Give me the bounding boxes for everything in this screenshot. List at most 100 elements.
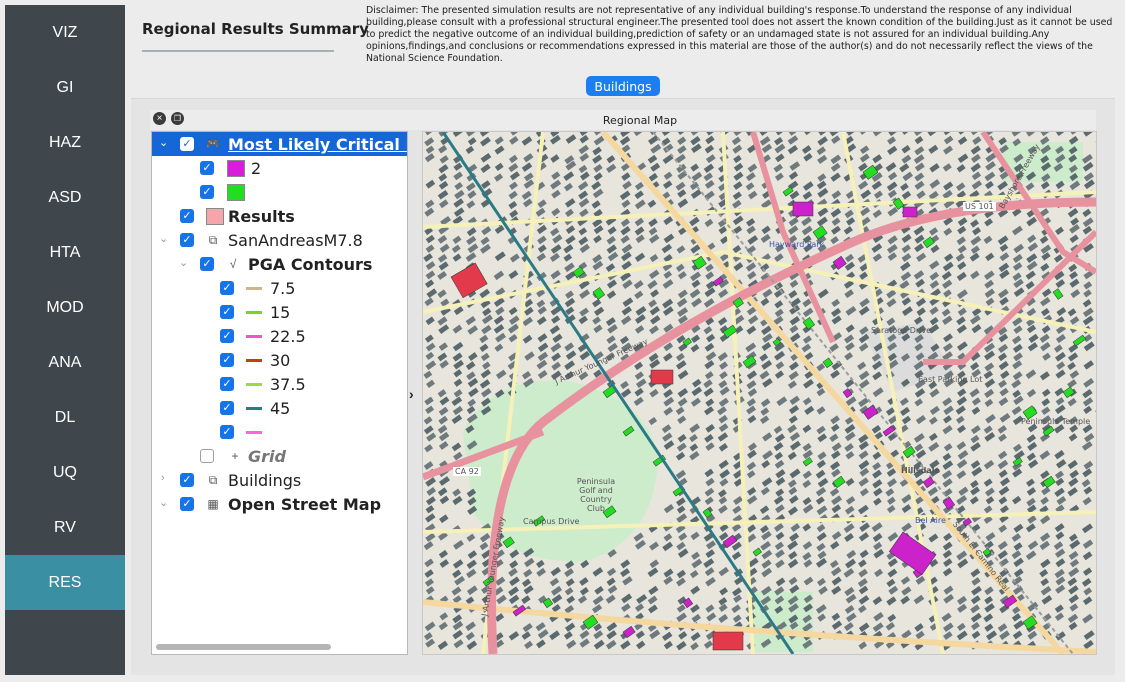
map-label-bel-aire: Bel Aire — [915, 516, 946, 525]
close-icon[interactable]: × — [153, 112, 166, 125]
layer-visibility-checkbox[interactable]: ✓ — [220, 281, 234, 295]
map-label-temple: Peninsula Temple — [1021, 417, 1091, 426]
expand-arrow-icon[interactable]: › — [161, 472, 171, 484]
nav-item-res[interactable]: RES — [5, 555, 125, 610]
layer-visibility-checkbox[interactable]: ✓ — [180, 137, 194, 151]
layer-label: Open Street Map — [228, 495, 382, 514]
layer-visibility-checkbox[interactable]: ✓ — [180, 209, 194, 223]
buildings-button[interactable]: Buildings — [586, 76, 660, 96]
layer-row[interactable]: › ✓ ⧉ Buildings — [152, 468, 407, 492]
layer-label: Most Likely Critical Da — [228, 135, 407, 154]
nav-item-gi[interactable]: GI — [5, 60, 125, 115]
map-label-hayward-park: Hayward Park — [769, 240, 825, 249]
layer-label: SanAndreasM7.8 — [228, 231, 363, 250]
building-red — [650, 369, 674, 385]
undock-icon[interactable]: ❐ — [171, 112, 184, 125]
layer-visibility-checkbox[interactable]: ✓ — [220, 401, 234, 415]
layer-label: 22.5 — [270, 327, 306, 346]
contour-icon: √ — [229, 257, 237, 271]
nav-item-dl[interactable]: DL — [5, 390, 125, 445]
collapse-arrow-icon[interactable]: ⌄ — [159, 232, 169, 245]
layer-label: 2 — [251, 159, 262, 178]
building-magenta — [902, 206, 918, 218]
nav-item-ana[interactable]: ANA — [5, 335, 125, 390]
layer-visibility-checkbox[interactable] — [200, 449, 214, 463]
layer-row[interactable]: ⌄ ✓ 🎮 Most Likely Critical Da — [152, 132, 407, 156]
layer-row[interactable]: ✓ 22.5 — [152, 324, 407, 348]
map-label-hillsdale: Hillsdale — [901, 466, 940, 475]
horizontal-scrollbar[interactable] — [156, 644, 331, 650]
layers-icon: ⧉ — [208, 233, 218, 247]
legend-line-icon — [246, 311, 262, 314]
legend-swatch-icon — [206, 208, 224, 225]
layer-visibility-checkbox[interactable]: ✓ — [220, 329, 234, 343]
layer-label: 37.5 — [270, 375, 306, 394]
layers-icon: ⧉ — [208, 473, 218, 487]
layer-row[interactable]: ✓ 15 — [152, 300, 407, 324]
layer-row[interactable]: ✓ 2 — [152, 156, 407, 180]
legend-line-icon — [246, 359, 262, 362]
layer-label: Grid — [248, 447, 286, 466]
layer-visibility-checkbox[interactable]: ✓ — [200, 185, 214, 199]
side-nav: VIZ GI HAZ ASD HTA MOD ANA DL UQ RV RES — [5, 5, 125, 675]
layer-visibility-checkbox[interactable]: ✓ — [180, 473, 194, 487]
layer-visibility-checkbox[interactable]: ✓ — [220, 377, 234, 391]
layer-tree[interactable]: ⌄✓🎮Most Likely Critical Da✓2✓✓Results⌄✓⧉… — [151, 131, 408, 655]
regional-map[interactable]: J Arthur Younger Freeway Saratoga Drive … — [422, 131, 1097, 655]
layer-row[interactable]: ⌄ ✓ ▦ Open Street Map — [152, 492, 407, 516]
layer-label: 7.5 — [270, 279, 296, 298]
collapse-arrow-icon[interactable]: ⌄ — [159, 136, 169, 149]
layer-row[interactable]: ⌄ ✓ ⧉ SanAndreasM7.8 — [152, 228, 407, 252]
layer-group-icon: 🎮 — [206, 138, 220, 150]
nav-item-hta[interactable]: HTA — [5, 225, 125, 280]
layer-visibility-checkbox[interactable]: ✓ — [180, 233, 194, 247]
legend-swatch-icon — [227, 184, 245, 201]
layer-label: 15 — [270, 303, 291, 322]
dock-title: Regional Map — [602, 114, 678, 127]
nav-item-mod[interactable]: MOD — [5, 280, 125, 335]
nav-item-haz[interactable]: HAZ — [5, 115, 125, 170]
collapse-arrow-icon[interactable]: ⌄ — [179, 256, 189, 269]
legend-line-icon — [246, 383, 262, 386]
layer-visibility-checkbox[interactable]: ✓ — [220, 353, 234, 367]
legend-swatch-icon — [227, 160, 245, 177]
legend-line-icon — [246, 431, 262, 434]
layer-visibility-checkbox[interactable]: ✓ — [220, 305, 234, 319]
layer-label: Buildings — [228, 471, 302, 490]
grid-icon: + — [231, 449, 239, 463]
map-label-saratoga: Saratoga Drive — [871, 326, 932, 335]
layer-row[interactable]: ✓ — [152, 180, 407, 204]
disclaimer-text: Disclaimer: The presented simulation res… — [366, 5, 1113, 64]
layer-row[interactable]: ✓ 30 — [152, 348, 407, 372]
collapse-arrow-icon[interactable]: ⌄ — [159, 496, 169, 509]
summary-title-underline — [142, 50, 334, 52]
nav-item-asd[interactable]: ASD — [5, 170, 125, 225]
collapse-panel-arrow-icon[interactable]: › — [409, 386, 414, 402]
layer-row[interactable]: ✓ 45 — [152, 396, 407, 420]
layer-visibility-checkbox[interactable]: ✓ — [200, 257, 214, 271]
layer-visibility-checkbox[interactable]: ✓ — [180, 497, 194, 511]
layer-row[interactable]: ✓ Results — [152, 204, 407, 228]
layer-label: 30 — [270, 351, 291, 370]
layer-visibility-checkbox[interactable]: ✓ — [200, 161, 214, 175]
layer-row[interactable]: ⌄ ✓ √ PGA Contours — [152, 252, 407, 276]
legend-line-icon — [246, 287, 262, 290]
layer-label: Results — [228, 207, 295, 226]
layer-row[interactable]: + Grid — [152, 444, 407, 468]
map-label-campus: Campus Drive — [523, 517, 580, 526]
map-label-east-parking: East Parking Lot — [918, 375, 983, 384]
map-label-ca92: CA 92 — [453, 467, 481, 476]
nav-item-rv[interactable]: RV — [5, 500, 125, 555]
layer-visibility-checkbox[interactable]: ✓ — [220, 425, 234, 439]
tile-layer-icon: ▦ — [207, 497, 219, 511]
layer-row[interactable]: ✓ 7.5 — [152, 276, 407, 300]
building-red — [712, 631, 744, 651]
summary-title: Regional Results Summary — [142, 20, 369, 38]
building-magenta — [792, 201, 814, 217]
map-label-us101: US 101 — [963, 202, 996, 211]
legend-line-icon — [246, 335, 262, 338]
nav-item-viz[interactable]: VIZ — [5, 5, 125, 60]
layer-row[interactable]: ✓ — [152, 420, 407, 444]
layer-row[interactable]: ✓ 37.5 — [152, 372, 407, 396]
nav-item-uq[interactable]: UQ — [5, 445, 125, 500]
